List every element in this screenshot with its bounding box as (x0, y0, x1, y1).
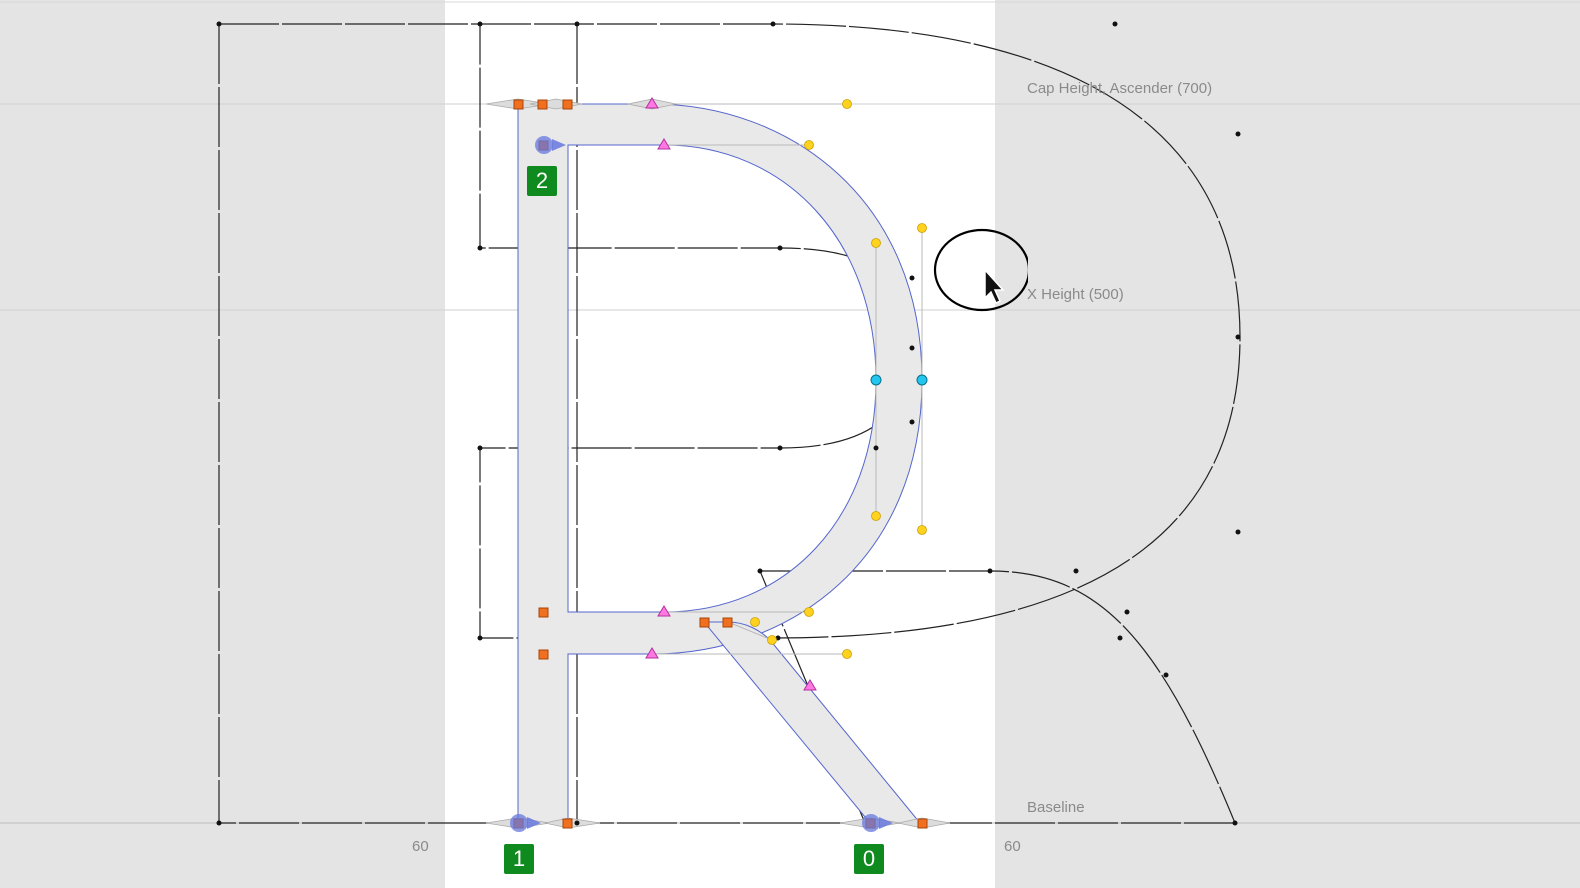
corner-point (513, 99, 524, 110)
handle-point (871, 238, 881, 248)
corner-point (562, 818, 573, 829)
handle-point (842, 649, 852, 659)
right-sidebearing-label[interactable]: 60 (1004, 838, 1021, 855)
corner-point (722, 617, 733, 628)
cap-height-label: Cap Height, Ascender (700) (1027, 80, 1213, 97)
arrow-pointer-icon (933, 228, 1028, 312)
contour-index-badge: 0 (854, 844, 884, 874)
baseline-label: Baseline (1027, 799, 1085, 816)
contour-index-badge: 2 (527, 166, 557, 196)
handle-point (917, 223, 927, 233)
extremum-point (870, 374, 882, 386)
handle-point (767, 635, 777, 645)
handle-point (804, 607, 814, 617)
handle-point (804, 140, 814, 150)
corner-point (537, 99, 548, 110)
handle-point (750, 617, 760, 627)
extremum-point (916, 374, 928, 386)
handle-point (917, 525, 927, 535)
corner-point (562, 99, 573, 110)
x-height-label: X Height (500) (1027, 286, 1124, 303)
left-sidebearing-label[interactable]: 60 (412, 838, 429, 855)
corner-point (699, 617, 710, 628)
handle-point (871, 511, 881, 521)
corner-point (538, 607, 549, 618)
corner-point (917, 818, 928, 829)
corner-point (538, 649, 549, 660)
handle-point (842, 99, 852, 109)
contour-index-badge: 1 (504, 844, 534, 874)
glyph-editor-canvas[interactable] (0, 0, 1580, 888)
